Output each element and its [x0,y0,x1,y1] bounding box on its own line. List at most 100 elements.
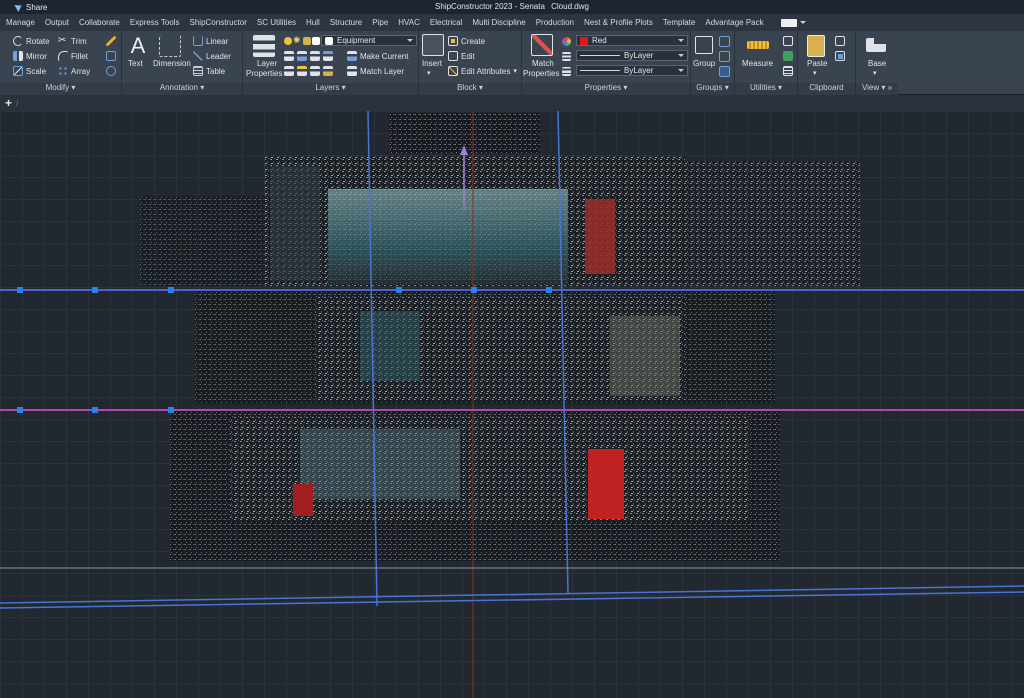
layer-on-icon[interactable] [297,66,307,76]
match-layer-button[interactable]: Match Layer [347,66,404,76]
text-icon[interactable]: A [127,35,149,57]
group-edit-icon[interactable] [719,51,730,62]
group-icon[interactable] [695,36,713,54]
table-label: Table [206,66,226,76]
color-dropdown[interactable]: Red [576,35,688,46]
layer-off-icon[interactable] [297,51,307,61]
lightbulb-icon[interactable] [284,37,292,45]
layer-thaw-icon[interactable] [310,66,320,76]
base-label[interactable]: Base [868,59,886,68]
tab-pipe[interactable]: Pipe [367,18,393,27]
tab-template[interactable]: Template [658,18,700,27]
copy-clip-icon[interactable] [835,36,845,46]
tab-sc-utilities[interactable]: SC Utilities [252,18,301,27]
leader-button[interactable]: Leader [193,51,231,61]
tab-hull[interactable]: Hull [301,18,325,27]
linetype-dropdown[interactable]: ByLayer [576,50,688,61]
tab-collaborate[interactable]: Collaborate [74,18,125,27]
layer-unlock-icon[interactable] [323,66,333,76]
measure-ruler-icon[interactable] [747,41,769,49]
trim-button[interactable]: ✂ Trim [58,36,87,46]
insert-caret-icon[interactable]: ▾ [427,69,431,77]
text-button-label[interactable]: Text [128,59,143,68]
panel-title-properties[interactable]: Properties ▾ [522,83,690,95]
tab-structure[interactable]: Structure [325,18,367,27]
layer-freeze-icon[interactable] [310,51,320,61]
base-view-icon[interactable] [866,38,886,52]
copy-button[interactable] [106,51,116,61]
lineweight-dropdown[interactable]: ByLayer [576,65,688,76]
base-caret-icon[interactable]: ▾ [873,69,877,77]
sun-icon[interactable]: ✺ [293,36,302,46]
lock-icon[interactable] [303,37,311,45]
edit-attributes-button[interactable]: Edit Attributes ▾ [448,66,517,76]
tab-output[interactable]: Output [40,18,74,27]
panel-title-clipboard[interactable]: Clipboard [798,83,855,95]
tab-advantage-pack[interactable]: Advantage Pack [700,18,768,27]
insert-block-icon[interactable] [422,34,444,56]
group-label[interactable]: Group [693,59,715,68]
tabs-overflow-caret-icon[interactable] [799,21,806,24]
tab-hvac[interactable]: HVAC [393,18,425,27]
mirror-button[interactable]: Mirror [13,51,47,61]
layer-properties-icon[interactable] [253,35,275,57]
tab-production[interactable]: Production [531,18,579,27]
layer-walk-icon[interactable] [284,66,294,76]
match-properties-label-2[interactable]: Properties [523,69,559,78]
edit-block-button[interactable]: Edit [448,51,475,61]
fillet-button[interactable]: Fillet [58,51,88,61]
tab-electrical[interactable]: Electrical [425,18,467,27]
linear-dimension-icon [193,36,203,46]
panel-title-annotation[interactable]: Annotation ▾ [122,83,242,95]
create-block-button[interactable]: Create [448,36,485,46]
cut-icon[interactable] [835,51,845,61]
match-properties-icon[interactable] [531,34,553,56]
edit-attributes-caret-icon[interactable]: ▾ [513,67,517,75]
offset-button[interactable] [106,66,116,76]
tab-multi-discipline[interactable]: Multi Discipline [467,18,530,27]
dimension-button-label[interactable]: Dimension [153,59,191,68]
panel-title-view[interactable]: View ▾ » [856,83,898,95]
ungroup-icon[interactable] [719,36,730,47]
tab-express-tools[interactable]: Express Tools [125,18,185,27]
table-button[interactable]: Table [193,66,225,76]
tab-manage[interactable]: Manage [1,18,40,27]
make-current-button[interactable]: Make Current [347,51,408,61]
leader-label: Leader [206,51,231,61]
point-cloud-drawing[interactable] [0,111,1024,698]
workspace-toggle-button[interactable] [780,18,797,27]
quick-calc-icon[interactable] [783,51,793,61]
rotate-button[interactable]: Rotate [13,36,50,46]
tab-shipconstructor[interactable]: ShipConstructor [185,18,252,27]
panel-title-layers[interactable]: Layers ▾ [243,83,418,95]
scale-button[interactable]: Scale [13,66,46,76]
layer-isolate-icon[interactable] [284,51,294,61]
draw-pencil-button[interactable] [106,36,116,46]
linear-button[interactable]: Linear [193,36,228,46]
panel-title-modify[interactable]: Modify ▾ [0,83,121,95]
match-properties-label-1[interactable]: Match [532,59,554,68]
drawing-viewport[interactable] [0,111,1024,698]
paste-caret-icon[interactable]: ▾ [813,69,817,77]
panel-title-utilities[interactable]: Utilities ▾ [735,83,797,95]
id-point-icon[interactable] [783,36,793,46]
panel-title-block[interactable]: Block ▾ [419,83,521,95]
measure-label[interactable]: Measure [742,59,773,68]
new-tab-plus-icon[interactable]: + [5,96,12,110]
calculator-icon[interactable] [783,66,793,76]
dimension-icon[interactable] [159,35,181,57]
tab-nest-profile-plots[interactable]: Nest & Profile Plots [579,18,658,27]
paste-label[interactable]: Paste [807,59,827,68]
group-select-icon[interactable] [719,66,730,77]
paste-clipboard-icon[interactable] [807,35,825,57]
layer-lock-icon[interactable] [323,51,333,61]
panel-properties: Match Properties Red ByLayer ByLayer Pro… [522,31,691,95]
panel-view: Base ▾ View ▾ » [856,31,898,95]
layer-properties-label-2[interactable]: Properties [246,69,282,78]
panel-title-groups[interactable]: Groups ▾ [691,83,734,95]
array-button[interactable]: Array [58,66,90,76]
layer-dropdown[interactable]: Equipment [321,35,417,46]
point-cloud-upper [140,113,860,286]
layer-properties-label-1[interactable]: Layer [257,59,277,68]
insert-label[interactable]: Insert [422,59,442,68]
